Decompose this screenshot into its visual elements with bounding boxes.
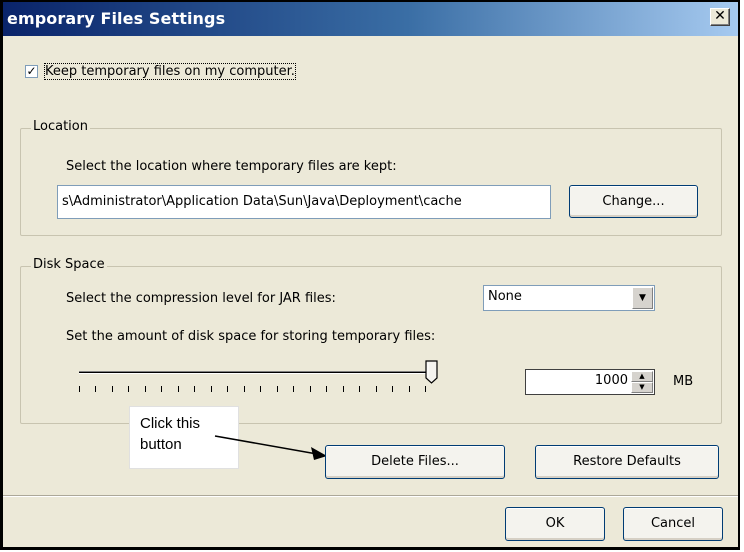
keep-files-label[interactable]: Keep temporary files on my computer. [44,63,296,80]
slider-tick [211,386,212,392]
slider-tick [227,386,228,392]
slider-tick [293,386,294,392]
compression-level-select[interactable]: None ▼ [483,285,655,311]
slider-tick [326,386,327,392]
slider-tick [128,386,129,392]
spin-down-button[interactable]: ▼ [631,382,653,393]
location-group [20,128,722,236]
close-button[interactable]: ✕ [710,8,730,26]
disk-space-spinner[interactable]: 1000 ▲ ▼ [525,369,655,395]
slider-tick [244,386,245,392]
slider-tick [376,386,377,392]
keep-files-label-text: Keep temporary files on my computer. [44,63,296,80]
checkmark-icon: ✓ [26,64,37,78]
arrow-down-icon: ▼ [639,383,645,391]
annotation-arrow [214,435,327,460]
compression-level-value: None [488,289,522,304]
compression-dropdown-button[interactable]: ▼ [632,287,653,309]
slider-tick [112,386,113,392]
annotation-line-1: Click this [140,415,201,432]
disk-space-slider-track[interactable] [79,371,431,374]
delete-files-button[interactable]: Delete Files... [325,445,505,479]
restore-defaults-button[interactable]: Restore Defaults [535,445,719,479]
slider-tick [343,386,344,392]
compression-label: Select the compression level for JAR fil… [66,291,336,306]
slider-tick [409,386,410,392]
slider-tick [359,386,360,392]
slider-tick [95,386,96,392]
temporary-files-settings-dialog: emporary Files Settings ✕ ✓ Keep tempora… [0,0,740,550]
slider-tick [178,386,179,392]
slider-ticks [79,386,431,394]
title-bar[interactable]: emporary Files Settings ✕ [3,2,738,36]
slider-tick [277,386,278,392]
spinner-buttons: ▲ ▼ [631,371,653,393]
change-button[interactable]: Change... [569,185,698,218]
disk-space-legend: Disk Space [31,257,107,272]
close-icon: ✕ [714,8,726,24]
disk-space-unit: MB [673,374,694,389]
slider-tick [161,386,162,392]
disk-space-value: 1000 [594,373,628,388]
cancel-button[interactable]: Cancel [623,507,723,541]
location-description: Select the location where temporary file… [66,159,397,174]
slider-tick [392,386,393,392]
slider-tick [194,386,195,392]
location-legend: Location [31,119,90,134]
window-title: emporary Files Settings [7,9,226,28]
slider-tick [145,386,146,392]
arrow-up-icon: ▲ [639,372,645,380]
ok-button[interactable]: OK [505,507,605,541]
slider-tick [310,386,311,392]
slider-tick [79,386,80,392]
disk-space-slider-thumb[interactable] [425,360,439,384]
disk-space-label: Set the amount of disk space for storing… [66,329,436,344]
cache-location-field[interactable]: s\Administrator\Application Data\Sun\Jav… [57,185,551,219]
keep-files-checkbox[interactable]: ✓ [25,65,38,78]
slider-tick [425,386,426,392]
dialog-separator [3,495,738,497]
spin-up-button[interactable]: ▲ [631,371,653,382]
chevron-down-icon: ▼ [639,293,646,303]
slider-tick [260,386,261,392]
